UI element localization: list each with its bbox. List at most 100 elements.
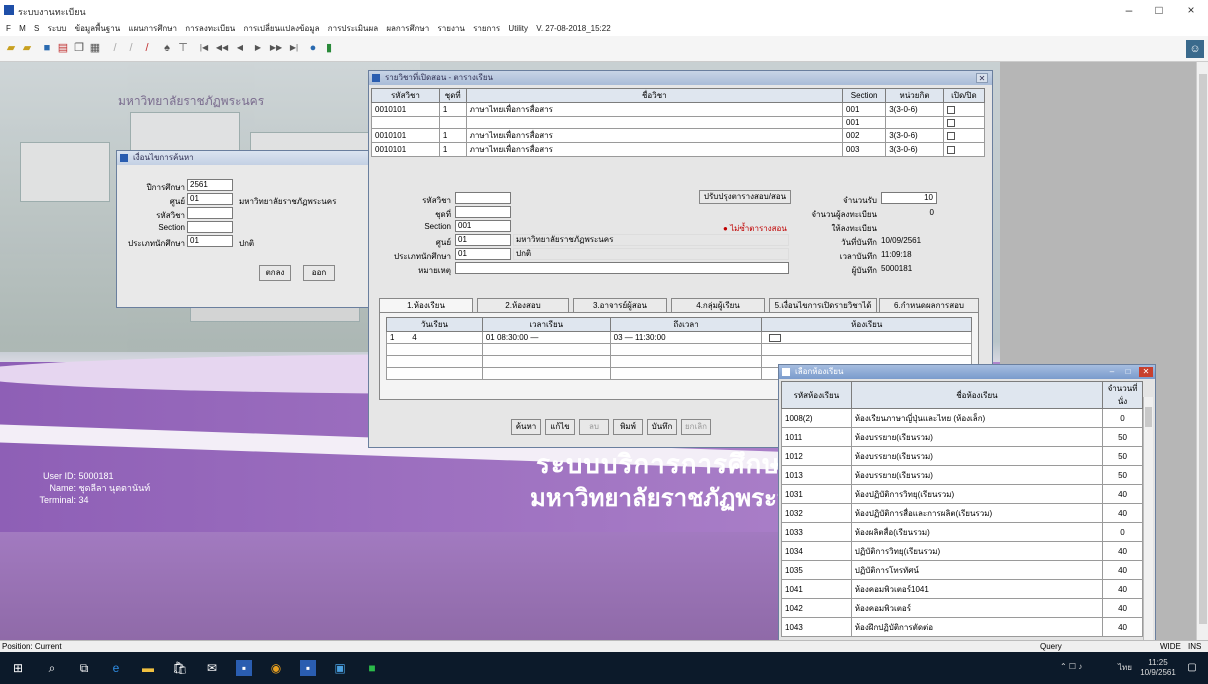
open-checkbox[interactable] (946, 105, 955, 114)
print-button[interactable]: พิมพ์ (613, 419, 643, 435)
course-section[interactable]: 003 (842, 142, 887, 157)
table-row[interactable]: 1 4 01 08:30:00 — 03 — 11:30:00 (386, 331, 972, 344)
tab-exam-room[interactable]: 2.ห้องสอบ (477, 298, 569, 313)
store-icon[interactable]: 🛍 (172, 660, 188, 676)
input-language[interactable]: ไทย (1118, 663, 1132, 673)
room-name[interactable]: ห้องบรรยาย(เรียนรวม) (850, 465, 1104, 485)
room-name[interactable]: ปฏิบัติการวิทยุ(เรียนรวม) (850, 541, 1104, 561)
room-name[interactable]: ห้องปฏิบัติการสื่อและการผลิต(เรียนรวม) (850, 503, 1104, 523)
folder-icon[interactable]: ▰ (20, 41, 34, 55)
menu-item[interactable]: การเปลี่ยนแปลงข้อมูล (244, 22, 320, 35)
user-icon[interactable]: ● (306, 41, 320, 55)
table-row[interactable]: 1012 ห้องบรรยาย(เรียนรวม) 50 (781, 446, 1143, 466)
course-code[interactable]: 0010101 (371, 102, 440, 117)
table-row[interactable] (386, 343, 972, 356)
tab-exam-result[interactable]: 6.กำหนดผลการสอบ (879, 298, 979, 313)
task-view-icon[interactable]: ⧉ (76, 660, 92, 676)
menu-item[interactable]: การประเมินผล (328, 22, 378, 35)
course-code[interactable]: 0010101 (371, 142, 440, 157)
room-code[interactable]: 1041 (781, 579, 852, 599)
table-row[interactable]: 001 (371, 116, 986, 129)
room-seats[interactable]: 40 (1102, 484, 1143, 504)
student-type-field[interactable]: 01 (455, 248, 511, 260)
room-name[interactable]: ห้องปฏิบัติการวิทยุ(เรียนรวม) (850, 484, 1104, 504)
menu-item[interactable]: รายการ (473, 22, 500, 35)
room-seats[interactable]: 50 (1102, 446, 1143, 466)
edit-icon[interactable]: / (124, 41, 138, 55)
menu-item[interactable]: M (19, 24, 26, 33)
student-type-field[interactable]: 01 (187, 235, 233, 247)
course-field[interactable] (187, 207, 233, 219)
maximize-icon[interactable]: □ (1121, 367, 1135, 377)
table-row[interactable]: 0010101 1 ภาษาไทยเพื่อการสื่อสาร 001 3(3… (371, 102, 986, 117)
search-button[interactable]: ค้นหา (511, 419, 541, 435)
room-seats[interactable]: 40 (1102, 560, 1143, 580)
room-name[interactable]: ห้องฝึกปฏิบัติการตัดต่อ (850, 617, 1104, 637)
line-icon[interactable]: ■ (364, 660, 380, 676)
room-code[interactable]: 1032 (781, 503, 852, 523)
exit-button[interactable]: ออก (303, 265, 335, 281)
room-seats[interactable]: 40 (1102, 579, 1143, 599)
room-seats[interactable]: 0 (1102, 522, 1143, 542)
copy-icon[interactable]: ❐ (72, 41, 86, 55)
room-code[interactable]: 1013 (781, 465, 852, 485)
course-name[interactable]: ภาษาไทยเพื่อการสื่อสาร (465, 128, 844, 143)
day-cell[interactable]: 1 4 (386, 331, 483, 344)
chrome-icon[interactable]: ◉ (268, 660, 284, 676)
course-section[interactable]: 001 (842, 102, 887, 117)
room-code[interactable]: 1035 (781, 560, 852, 580)
room-name[interactable]: ห้องผลิตสื่อ(เรียนรวม) (850, 522, 1104, 542)
room-name[interactable]: ปฏิบัติการโทรทัศน์ (850, 560, 1104, 580)
save-button[interactable]: บันทึก (647, 419, 677, 435)
campus-code-field[interactable]: 01 (455, 234, 511, 246)
end-time-cell[interactable]: 03 — 11:30:00 (609, 331, 763, 344)
table-row[interactable]: 1034 ปฏิบัติการวิทยุ(เรียนรวม) 40 (781, 541, 1143, 561)
open-checkbox-cell[interactable] (942, 116, 986, 129)
menu-item[interactable]: การลงทะเบียน (185, 22, 235, 35)
open-checkbox-cell[interactable] (942, 102, 986, 117)
room-code[interactable]: 1011 (781, 427, 852, 447)
lookup-icon[interactable] (769, 333, 782, 342)
menu-item[interactable]: ข้อมูลพื้นฐาน (75, 22, 121, 35)
room-seats[interactable]: 0 (1102, 408, 1143, 428)
course-section[interactable]: 002 (842, 128, 887, 143)
course-credit[interactable]: 3(3-0-6) (885, 142, 944, 157)
menu-item[interactable]: S (34, 24, 39, 33)
set-field[interactable] (455, 206, 511, 218)
room-code[interactable]: 1042 (781, 598, 852, 618)
menu-item[interactable]: รายงาน (438, 22, 465, 35)
menu-item[interactable]: ระบบ (48, 22, 67, 35)
room-code[interactable]: 1012 (781, 446, 852, 466)
table-row[interactable]: 1032 ห้องปฏิบัติการสื่อและการผลิต(เรียนรว… (781, 503, 1143, 523)
tab-instructor[interactable]: 3.อาจารย์ผู้สอน (573, 298, 667, 313)
open-folder-icon[interactable]: ▰ (4, 41, 18, 55)
room-code[interactable]: 1034 (781, 541, 852, 561)
close-icon[interactable]: ✕ (976, 73, 988, 83)
table-row[interactable]: 1042 ห้องคอมพิวเตอร์ 40 (781, 598, 1143, 618)
save-icon[interactable]: ■ (40, 41, 54, 55)
print-icon[interactable]: ▤ (56, 41, 70, 55)
menu-item[interactable]: แผนการศึกษา (128, 22, 177, 35)
menu-item[interactable]: Utility (508, 24, 528, 33)
room-name[interactable]: ห้องบรรยาย(เรียนรวม) (850, 427, 1104, 447)
next-record-icon[interactable]: ▶ (250, 41, 266, 55)
table-row[interactable]: 0010101 1 ภาษาไทยเพื่อการสื่อสาร 002 3(3… (371, 128, 986, 143)
menu-item[interactable]: ผลการศึกษา (386, 22, 429, 35)
close-icon[interactable]: ✕ (1139, 367, 1153, 377)
scrollbar-thumb[interactable] (1145, 407, 1152, 427)
room-seats[interactable]: 50 (1102, 427, 1143, 447)
room-seats[interactable]: 40 (1102, 617, 1143, 637)
table-row[interactable]: 1035 ปฏิบัติการโทรทัศน์ 40 (781, 560, 1143, 580)
seats-field[interactable]: 10 (881, 192, 937, 204)
clock[interactable]: 11:25 10/9/2561 (1138, 658, 1178, 678)
cancel-button[interactable]: ยกเลิก (681, 419, 711, 435)
mail-icon[interactable]: ✉ (204, 660, 220, 676)
tab-student-group[interactable]: 4.กลุ่มผู้เรียน (671, 298, 765, 313)
table-row[interactable]: 1041 ห้องคอมพิวเตอร์1041 40 (781, 579, 1143, 599)
open-checkbox[interactable] (946, 131, 955, 140)
room-name[interactable]: ห้องคอมพิวเตอร์ (850, 598, 1104, 618)
table-row[interactable]: 0010101 1 ภาษาไทยเพื่อการสื่อสาร 003 3(3… (371, 142, 986, 157)
room-cell[interactable] (761, 331, 972, 344)
search-icon[interactable]: ⌕ (44, 660, 60, 676)
vertical-scrollbar[interactable] (1196, 62, 1208, 640)
